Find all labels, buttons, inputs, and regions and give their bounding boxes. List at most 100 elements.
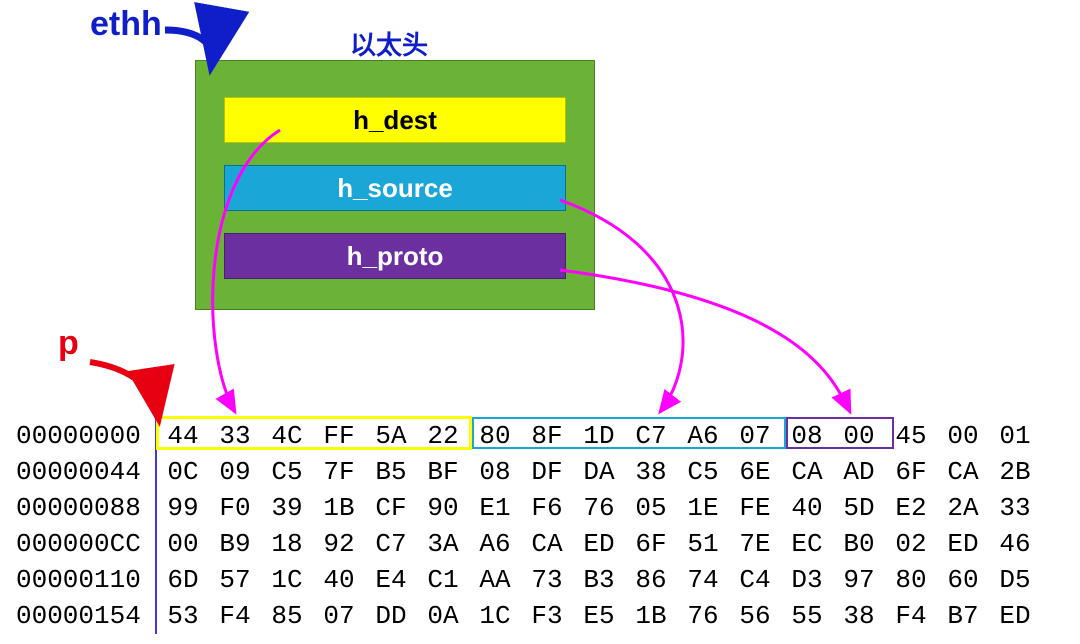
hex-byte: 45	[885, 418, 937, 454]
hex-byte: CA	[521, 526, 573, 562]
hex-byte: 44	[157, 418, 209, 454]
struct-title: 以太头	[350, 25, 428, 62]
hex-byte: C7	[625, 418, 677, 454]
hex-byte: 22	[417, 418, 469, 454]
hex-byte: B9	[209, 526, 261, 562]
hex-row: 000001106D571C40E4C1AA73B38674C4D3978060…	[12, 562, 1041, 598]
hex-byte: ED	[573, 526, 625, 562]
hex-byte: 76	[677, 598, 729, 634]
arrow-hproto	[560, 270, 850, 412]
hex-byte: C5	[677, 454, 729, 490]
hex-byte: A6	[469, 526, 521, 562]
hex-byte: 08	[781, 418, 833, 454]
hex-byte: C1	[417, 562, 469, 598]
field-h-dest: h_dest	[224, 97, 566, 143]
hex-offset: 000000CC	[12, 526, 157, 562]
hex-byte: E5	[573, 598, 625, 634]
hex-byte: F4	[209, 598, 261, 634]
hex-dump: 0000000044334CFF5A22808F1DC7A60708004500…	[12, 418, 1041, 634]
hex-byte: 7E	[729, 526, 781, 562]
hex-byte: 1C	[469, 598, 521, 634]
hex-byte: 55	[781, 598, 833, 634]
hex-byte: 5D	[833, 490, 885, 526]
hex-byte: C7	[365, 526, 417, 562]
hex-row: 0000015453F48507DD0A1CF3E51B76565538F4B7…	[12, 598, 1041, 634]
hex-offset: 00000088	[12, 490, 157, 526]
hex-byte: 18	[261, 526, 313, 562]
hex-row: 000000440C09C57FB5BF08DFDA38C56ECAAD6FCA…	[12, 454, 1041, 490]
hex-byte: F4	[885, 598, 937, 634]
hex-byte: DF	[521, 454, 573, 490]
hex-byte: 6F	[625, 526, 677, 562]
hex-byte: AA	[469, 562, 521, 598]
hex-byte: B7	[937, 598, 989, 634]
hex-byte: FF	[313, 418, 365, 454]
hex-byte: 57	[209, 562, 261, 598]
field-h-source: h_source	[224, 165, 566, 211]
hex-byte: DD	[365, 598, 417, 634]
hex-row: 0000008899F0391BCF90E1F676051EFE405DE22A…	[12, 490, 1041, 526]
hex-byte: 00	[937, 418, 989, 454]
hex-byte: 2B	[989, 454, 1041, 490]
hex-byte: 05	[625, 490, 677, 526]
hex-byte: 73	[521, 562, 573, 598]
hex-byte: 07	[729, 418, 781, 454]
hex-byte: 1D	[573, 418, 625, 454]
hex-byte: E1	[469, 490, 521, 526]
hex-offset: 00000000	[12, 418, 157, 454]
hex-byte: 86	[625, 562, 677, 598]
hex-byte: 51	[677, 526, 729, 562]
hex-byte: 40	[781, 490, 833, 526]
struct-box: h_dest h_source h_proto	[195, 60, 595, 310]
hex-byte: ED	[937, 526, 989, 562]
hex-byte: 74	[677, 562, 729, 598]
hex-byte: ED	[989, 598, 1041, 634]
hex-byte: F3	[521, 598, 573, 634]
hex-byte: B5	[365, 454, 417, 490]
hex-offset: 00000154	[12, 598, 157, 634]
hex-byte: 09	[209, 454, 261, 490]
arrow-ethh	[165, 30, 212, 62]
hex-byte: 38	[625, 454, 677, 490]
hex-byte: 6D	[157, 562, 209, 598]
hex-byte: 99	[157, 490, 209, 526]
hex-byte: E2	[885, 490, 937, 526]
hex-byte: F0	[209, 490, 261, 526]
hex-byte: FE	[729, 490, 781, 526]
hex-byte: 1B	[313, 490, 365, 526]
hex-byte: 01	[989, 418, 1041, 454]
hex-row: 000000CC00B91892C73AA6CAED6F517EECB002ED…	[12, 526, 1041, 562]
hex-byte: CA	[937, 454, 989, 490]
hex-byte: 3A	[417, 526, 469, 562]
hex-byte: 6E	[729, 454, 781, 490]
hex-byte: F6	[521, 490, 573, 526]
hex-byte: 7F	[313, 454, 365, 490]
hex-byte: 4C	[261, 418, 313, 454]
hex-byte: CF	[365, 490, 417, 526]
hex-byte: 0C	[157, 454, 209, 490]
field-h-proto: h_proto	[224, 233, 566, 279]
hex-byte: 1B	[625, 598, 677, 634]
hex-byte: 76	[573, 490, 625, 526]
hex-byte: 97	[833, 562, 885, 598]
arrow-p	[90, 362, 158, 415]
hex-byte: 90	[417, 490, 469, 526]
hex-byte: C4	[729, 562, 781, 598]
hex-byte: 0A	[417, 598, 469, 634]
hex-byte: 53	[157, 598, 209, 634]
hex-byte: 80	[885, 562, 937, 598]
hex-byte: 40	[313, 562, 365, 598]
hex-byte: 5A	[365, 418, 417, 454]
hex-byte: 56	[729, 598, 781, 634]
hex-byte: CA	[781, 454, 833, 490]
hex-byte: 08	[469, 454, 521, 490]
hex-byte: 33	[989, 490, 1041, 526]
hex-byte: 33	[209, 418, 261, 454]
hex-byte: DA	[573, 454, 625, 490]
hex-byte: 1E	[677, 490, 729, 526]
hex-byte: 39	[261, 490, 313, 526]
hex-byte: 38	[833, 598, 885, 634]
hex-byte: 60	[937, 562, 989, 598]
hex-byte: 6F	[885, 454, 937, 490]
hex-byte: BF	[417, 454, 469, 490]
